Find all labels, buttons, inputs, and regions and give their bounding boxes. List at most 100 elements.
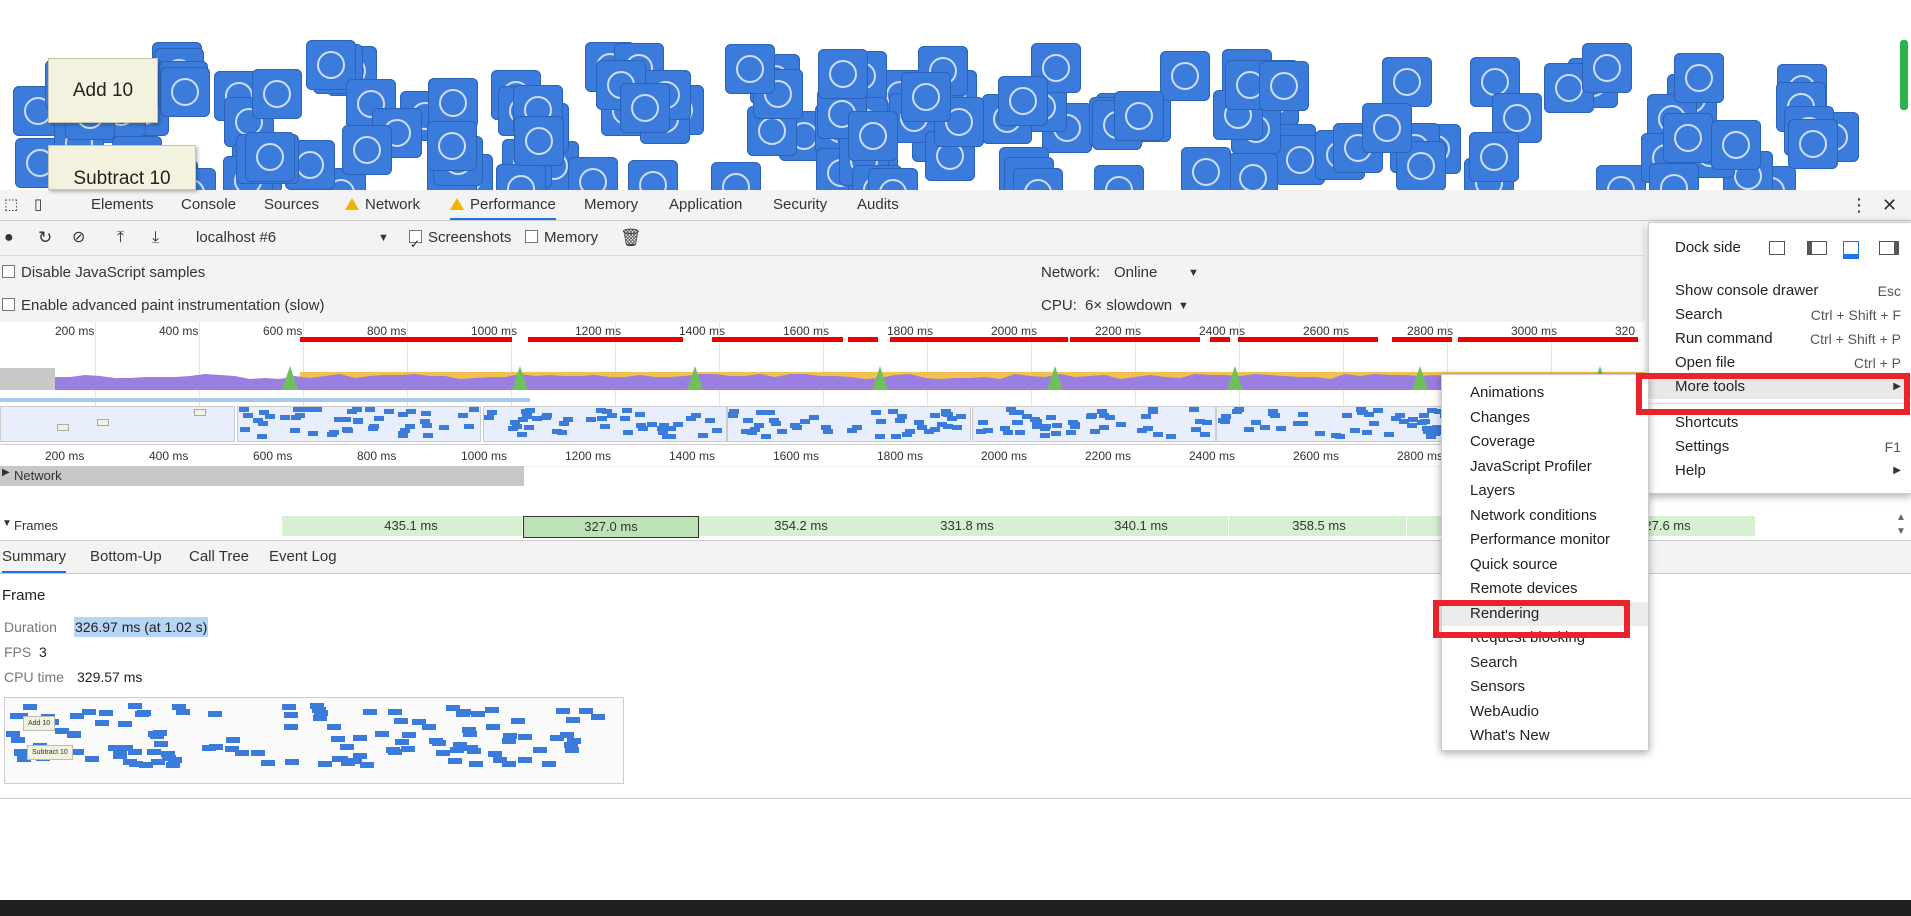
kebab-menu-icon[interactable]: ⋮ [1850, 190, 1868, 220]
more-tools-item-search[interactable]: Search [1442, 651, 1648, 675]
menu-item-show-console-drawer[interactable]: Show console drawer Esc [1649, 279, 1911, 303]
more-tools-item-what-s-new[interactable]: What's New [1442, 724, 1648, 748]
thumb-logo [448, 758, 462, 764]
more-tools-item-quick-source[interactable]: Quick source [1442, 553, 1648, 577]
add-10-button[interactable]: Add 10 [48, 58, 158, 123]
chevron-down-icon[interactable]: ▼ [1178, 289, 1189, 323]
more-tools-item-rendering[interactable]: Rendering [1442, 601, 1648, 626]
undock-icon[interactable] [1769, 241, 1785, 255]
inspect-element-icon[interactable]: ⬚ [4, 190, 18, 220]
more-tools-item-coverage[interactable]: Coverage [1442, 430, 1648, 454]
download-icon[interactable]: ⤓ [152, 221, 159, 255]
tab-network[interactable]: Network [345, 190, 420, 220]
tab-call-tree[interactable]: Call Tree [189, 541, 249, 571]
more-tools-item-animations[interactable]: Animations [1442, 381, 1648, 405]
frames-track[interactable]: ▼ Frames 435.1 ms 327.0 ms 354.2 ms 331.8 m… [0, 514, 1757, 538]
thumb-logo [166, 762, 180, 768]
profile-select[interactable]: localhost #6 [196, 221, 276, 255]
timeline-overview[interactable]: 200 ms 400 ms 600 ms 800 ms 1000 ms 1200 ms 14… [0, 322, 1645, 445]
subtract-10-button[interactable]: Subtract 10 [48, 145, 196, 190]
screenshots-checkbox[interactable]: Screenshots [409, 221, 511, 261]
dock-bottom-icon[interactable] [1843, 241, 1859, 259]
filmstrip-frame[interactable] [972, 406, 1216, 442]
chrome-logo-icon [245, 132, 295, 182]
menu-item-more-tools[interactable]: More tools ▶ [1649, 375, 1911, 399]
filmstrip-logo [1051, 431, 1061, 436]
thumb-logo [518, 757, 532, 763]
tab-audits[interactable]: Audits [857, 190, 899, 220]
collapse-arrow-icon[interactable]: ▼ [2, 518, 12, 529]
more-tools-item-sensors[interactable]: Sensors [1442, 675, 1648, 699]
frame-bar[interactable]: 340.1 ms [1054, 516, 1229, 536]
filmstrip-frame[interactable] [483, 406, 727, 442]
expand-arrow-icon[interactable]: ▶ [2, 467, 10, 478]
menu-item-search[interactable]: Search Ctrl + Shift + F [1649, 303, 1911, 327]
filmstrip-frame[interactable] [1216, 406, 1460, 442]
network-throttle-select[interactable]: Online [1114, 256, 1157, 290]
filmstrip-frame[interactable] [727, 406, 971, 442]
menu-item-shortcuts[interactable]: Shortcuts [1649, 411, 1911, 435]
scroll-down-icon[interactable]: ▼ [1896, 526, 1906, 537]
more-tools-item-layers[interactable]: Layers [1442, 479, 1648, 503]
menu-item-settings[interactable]: Settings F1 [1649, 435, 1911, 459]
tab-memory[interactable]: Memory [584, 190, 638, 220]
thumb-logo [386, 747, 400, 753]
device-toolbar-icon[interactable]: ▯ [34, 190, 42, 220]
more-tools-item-performance-monitor[interactable]: Performance monitor [1442, 528, 1648, 552]
frame-bar[interactable]: 435.1 ms [300, 516, 523, 536]
more-tools-item-javascript-profiler[interactable]: JavaScript Profiler [1442, 455, 1648, 479]
close-icon[interactable]: ✕ [1882, 190, 1897, 220]
more-tools-item-changes[interactable]: Changes [1442, 406, 1648, 430]
tab-sources[interactable]: Sources [264, 190, 319, 220]
advanced-paint-checkbox[interactable]: Enable advanced paint instrumentation (s… [2, 289, 325, 323]
tab-event-log[interactable]: Event Log [269, 541, 337, 571]
chevron-down-icon[interactable]: ▼ [378, 221, 389, 255]
menu-item-label: Help [1675, 462, 1706, 479]
chrome-logo-icon [620, 83, 670, 133]
tab-console[interactable]: Console [181, 190, 236, 220]
memory-checkbox[interactable]: Memory [525, 221, 598, 255]
dock-right-icon[interactable] [1879, 241, 1899, 255]
tab-bottom-up[interactable]: Bottom-Up [90, 541, 162, 571]
thumb-logo [340, 744, 354, 750]
tab-application[interactable]: Application [669, 190, 742, 220]
chrome-logo-icon [1596, 165, 1646, 190]
tab-elements[interactable]: Elements [91, 190, 154, 220]
dock-left-icon[interactable] [1807, 241, 1827, 255]
record-icon[interactable]: ● [4, 221, 14, 255]
checkbox-checked[interactable] [409, 227, 422, 261]
trash-icon[interactable]: 🗑 [620, 221, 642, 255]
reload-icon[interactable]: ↻ [38, 221, 52, 255]
frame-bar[interactable]: 354.2 ms [720, 516, 883, 536]
chrome-logo-icon [711, 162, 761, 190]
tab-summary[interactable]: Summary [2, 541, 67, 573]
disable-js-samples-checkbox[interactable]: Disable JavaScript samples [2, 256, 205, 290]
filmstrip-logo [1407, 423, 1417, 428]
more-tools-item-request-blocking[interactable]: Request blocking [1442, 626, 1648, 650]
more-tools-item-network-conditions[interactable]: Network conditions [1442, 504, 1648, 528]
more-tools-item-remote-devices[interactable]: Remote devices [1442, 577, 1648, 601]
chrome-logo-icon [1094, 165, 1144, 190]
chevron-down-icon[interactable]: ▼ [1188, 256, 1199, 290]
checkbox[interactable] [525, 230, 538, 243]
checkbox[interactable] [2, 265, 15, 278]
menu-item-run-command[interactable]: Run command Ctrl + Shift + P [1649, 327, 1911, 351]
tab-performance[interactable]: Performance [450, 190, 556, 220]
frame-bar[interactable]: 358.5 ms [1232, 516, 1407, 536]
clear-icon[interactable]: ⊘ [72, 221, 85, 255]
frame-bar[interactable]: 327.0 ms [523, 516, 699, 538]
frame-bar[interactable]: 331.8 ms [880, 516, 1055, 536]
checkbox[interactable] [2, 298, 15, 311]
filmstrip-frame[interactable] [237, 406, 481, 442]
menu-item-open-file[interactable]: Open file Ctrl + P [1649, 351, 1911, 375]
filmstrip-frame[interactable] [0, 406, 235, 442]
upload-icon[interactable]: ⤒ [117, 221, 124, 255]
network-track[interactable]: ▶ Network [0, 466, 524, 486]
menu-item-help[interactable]: Help ▶ [1649, 459, 1911, 483]
scroll-up-icon[interactable]: ▲ [1896, 512, 1906, 523]
cpu-throttle-select[interactable]: 6× slowdown [1085, 289, 1172, 323]
tab-security[interactable]: Security [773, 190, 827, 220]
more-tools-item-webaudio[interactable]: WebAudio [1442, 700, 1648, 724]
page-scrollbar[interactable] [1900, 40, 1908, 110]
menu-item-shortcut: Esc [1877, 283, 1901, 299]
